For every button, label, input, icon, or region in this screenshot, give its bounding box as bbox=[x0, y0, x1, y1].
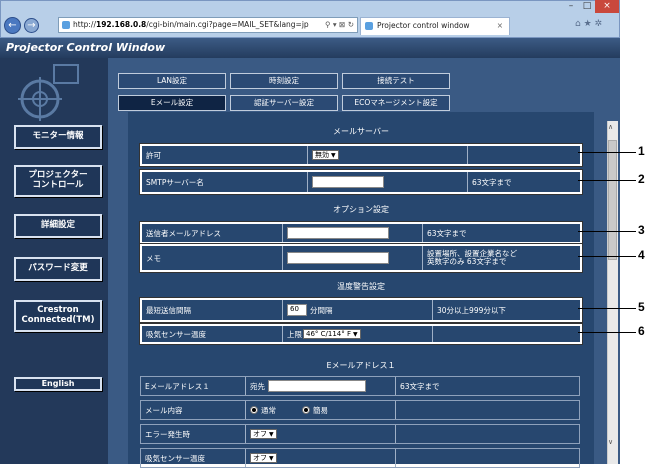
memo-hint-line2: 英数字のみ 63文字まで bbox=[427, 257, 507, 266]
app-title: Projector Control Window bbox=[0, 38, 620, 58]
email1-hint: 63文字まで bbox=[395, 377, 579, 395]
row-permit: 許可 無効 ▼ bbox=[140, 144, 582, 166]
sender-hint: 63文字まで bbox=[422, 224, 576, 242]
sidebar-item-english[interactable]: English bbox=[14, 377, 102, 391]
interval-unit: 分間隔 bbox=[310, 305, 333, 315]
forward-button[interactable]: → bbox=[24, 18, 39, 33]
chevron-down-icon: ▼ bbox=[353, 331, 358, 338]
memo-input[interactable] bbox=[287, 252, 389, 264]
permit-value: 無効 bbox=[315, 151, 329, 159]
tab-time-settings[interactable]: 時刻設定 bbox=[230, 73, 338, 89]
url-host: 192.168.0.8 bbox=[95, 20, 147, 29]
row-interval: 最短送信間隔 60 分間隔 30分以上999分以下 bbox=[140, 298, 582, 322]
row-label: 最短送信間隔 bbox=[146, 305, 191, 315]
sidebar-item-advanced-settings[interactable]: 詳細設定 bbox=[14, 214, 102, 238]
tab-close-icon[interactable]: × bbox=[497, 18, 503, 34]
row-sender: 送信者メールアドレス 63文字まで bbox=[140, 222, 582, 244]
url-path: /cgi-bin/main.cgi?page=MAIL_SET&lang=jp bbox=[146, 20, 309, 29]
radio-normal[interactable] bbox=[250, 406, 258, 414]
browser-icons[interactable]: ⌂ ★ ✲ bbox=[575, 19, 602, 29]
tab-auth-server[interactable]: 認証サーバー設定 bbox=[230, 95, 338, 111]
page-icon bbox=[365, 22, 373, 30]
section-temp-warning: 温度警告設定 bbox=[337, 282, 385, 291]
address-bar[interactable]: http://192.168.0.8/cgi-bin/main.cgi?page… bbox=[58, 17, 358, 33]
email1-input[interactable] bbox=[268, 380, 366, 392]
intake-temp-value: 46° C/114° F bbox=[306, 330, 351, 338]
intake-temp-prefix: 上限 bbox=[287, 329, 302, 339]
callout-line-4 bbox=[578, 256, 636, 257]
callout-4: 4 bbox=[638, 248, 645, 262]
tab-email-settings[interactable]: Eメール設定 bbox=[118, 95, 226, 111]
intake-temp-select[interactable]: 46° C/114° F ▼ bbox=[303, 329, 361, 339]
row-label: メモ bbox=[146, 253, 161, 263]
scroll-up-icon[interactable]: ∧ bbox=[608, 123, 613, 131]
callout-5: 5 bbox=[638, 300, 645, 314]
sidebar-item-password-change[interactable]: パスワード変更 bbox=[14, 257, 102, 281]
intake-temp2-value: オフ bbox=[253, 454, 267, 462]
interval-input[interactable]: 60 bbox=[287, 304, 307, 316]
section-email1: Eメールアドレス１ bbox=[326, 361, 396, 370]
email1-prefix: 宛先 bbox=[250, 381, 265, 391]
scroll-down-icon[interactable]: ∨ bbox=[608, 438, 613, 446]
row-error-time: エラー発生時 オフ ▼ bbox=[140, 424, 580, 444]
callout-1: 1 bbox=[638, 144, 645, 158]
smtp-hint: 63文字まで bbox=[467, 172, 576, 192]
callout-line-5 bbox=[578, 308, 636, 309]
interval-hint: 30分以上999分以下 bbox=[432, 300, 576, 320]
row-label: 許可 bbox=[146, 150, 161, 160]
callout-6: 6 bbox=[638, 324, 645, 338]
url-prefix: http:// bbox=[73, 20, 96, 29]
address-controls[interactable]: ⚲ ▾ ⊠ ↻ bbox=[325, 18, 354, 32]
row-memo: メモ 設置場所、設置企業名など 英数字のみ 63文字まで bbox=[140, 244, 582, 272]
row-label: 吸気センサー温度 bbox=[145, 453, 205, 463]
sidebar-item-monitor-info[interactable]: モニター情報 bbox=[14, 125, 102, 149]
callout-line-1 bbox=[578, 152, 636, 153]
callout-line-2 bbox=[578, 180, 636, 181]
chevron-down-icon: ▼ bbox=[331, 152, 336, 159]
tab-lan-settings[interactable]: LAN設定 bbox=[118, 73, 226, 89]
row-intake-temp2: 吸気センサー温度 オフ ▼ bbox=[140, 448, 580, 468]
error-time-select[interactable]: オフ ▼ bbox=[250, 429, 277, 439]
browser-tab[interactable]: Projector control window × bbox=[360, 17, 510, 35]
close-window-button[interactable]: × bbox=[595, 0, 619, 13]
smtp-input[interactable] bbox=[312, 176, 384, 188]
scrollbar-thumb[interactable] bbox=[608, 140, 617, 260]
page-icon bbox=[62, 21, 70, 29]
back-button[interactable]: ← bbox=[4, 17, 21, 34]
radio-simple-label: 簡易 bbox=[313, 405, 328, 415]
row-label: Eメールアドレス１ bbox=[145, 381, 210, 391]
radio-normal-label: 通常 bbox=[261, 405, 276, 415]
sidebar-item-projector-control[interactable]: プロジェクター コントロール bbox=[14, 165, 102, 197]
row-label: SMTPサーバー名 bbox=[146, 177, 204, 187]
row-mail-content: メール内容 通常 簡易 bbox=[140, 400, 580, 420]
window-controls: – □ × bbox=[563, 0, 619, 14]
error-time-value: オフ bbox=[253, 430, 267, 438]
section-options: オプション設定 bbox=[333, 205, 389, 214]
sidebar-item-crestron[interactable]: Crestron Connected(TM) bbox=[14, 300, 102, 332]
tab-eco-management[interactable]: ECOマネージメント設定 bbox=[342, 95, 450, 111]
callout-line-3 bbox=[578, 231, 636, 232]
section-mail-server: メールサーバー bbox=[333, 127, 389, 136]
row-label: エラー発生時 bbox=[145, 429, 190, 439]
row-label: 吸気センサー温度 bbox=[146, 329, 206, 339]
projector-logo-icon bbox=[18, 63, 80, 123]
radio-simple[interactable] bbox=[302, 406, 310, 414]
minimize-button[interactable]: – bbox=[563, 0, 579, 13]
callout-line-6 bbox=[578, 332, 636, 333]
chevron-down-icon: ▼ bbox=[269, 431, 274, 438]
intake-temp2-select[interactable]: オフ ▼ bbox=[250, 453, 277, 463]
callout-2: 2 bbox=[638, 172, 645, 186]
callout-3: 3 bbox=[638, 223, 645, 237]
tab-connection-test[interactable]: 接続テスト bbox=[342, 73, 450, 89]
row-intake-temp: 吸気センサー温度 上限 46° C/114° F ▼ bbox=[140, 324, 582, 344]
sender-input[interactable] bbox=[287, 227, 389, 239]
tab-title: Projector control window bbox=[377, 21, 470, 30]
chevron-down-icon: ▼ bbox=[269, 455, 274, 462]
row-smtp: SMTPサーバー名 63文字まで bbox=[140, 170, 582, 194]
maximize-button[interactable]: □ bbox=[579, 0, 595, 13]
row-label: メール内容 bbox=[145, 405, 183, 415]
permit-select[interactable]: 無効 ▼ bbox=[312, 150, 339, 160]
row-label: 送信者メールアドレス bbox=[146, 228, 221, 238]
row-email1-addr: Eメールアドレス１ 宛先 63文字まで bbox=[140, 376, 580, 396]
